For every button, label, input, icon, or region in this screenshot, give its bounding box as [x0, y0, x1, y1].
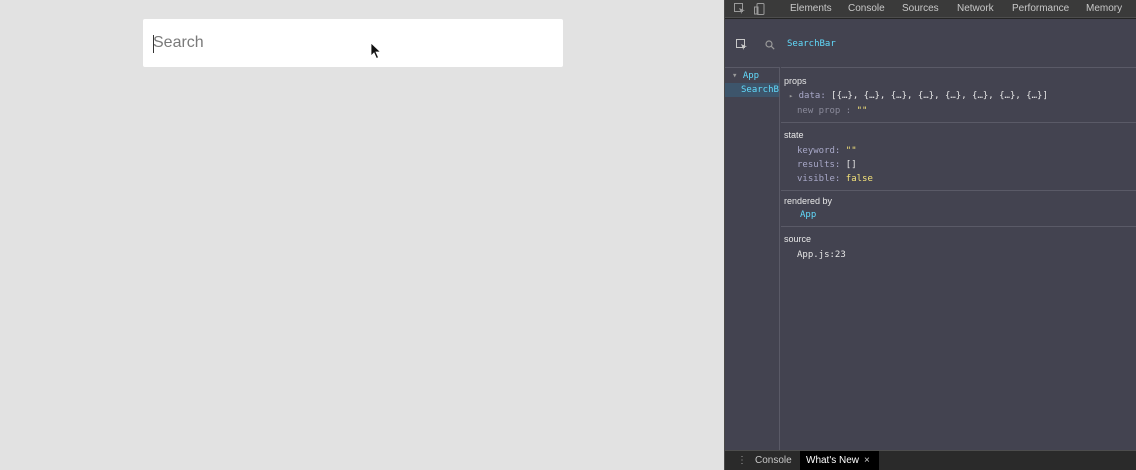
component-details: props ▸ data: [{…}, {…}, {…}, {…}, {…}, …: [781, 68, 1136, 450]
select-component-icon[interactable]: [736, 39, 748, 51]
divider: [781, 226, 1136, 227]
tree-toolbar: [725, 19, 780, 68]
state-key: keyword:: [797, 146, 841, 156]
tree-item-label: SearchB: [741, 85, 779, 95]
tree-item-label: App: [742, 71, 760, 81]
expand-arrow-icon: ▸: [789, 92, 794, 100]
search-box: [143, 19, 563, 67]
state-title: state: [784, 130, 804, 140]
tree-item-searchbar[interactable]: SearchB: [725, 83, 779, 97]
source-title: source: [784, 234, 812, 244]
rendered-by-link[interactable]: App: [800, 210, 816, 220]
tab-performance[interactable]: Performance: [1012, 3, 1069, 14]
device-toolbar-icon[interactable]: [754, 3, 766, 15]
state-row[interactable]: keyword: "": [797, 146, 857, 156]
drawer-tab-console[interactable]: Console: [749, 451, 798, 470]
text-caret: [153, 35, 154, 53]
app-viewport: [0, 0, 724, 470]
prop-data-row[interactable]: ▸ data: [{…}, {…}, {…}, {…}, {…}, {…}, {…: [789, 91, 1048, 101]
react-devtools-pane: SearchBar ▾ App SearchB props ▸ data: [{…: [725, 19, 1136, 450]
prop-value: [{…}, {…}, {…}, {…}, {…}, {…}, {…}, {…}]: [831, 91, 1048, 101]
search-input[interactable]: [151, 19, 551, 67]
new-prop-value: "": [856, 106, 868, 116]
state-value: []: [845, 160, 857, 170]
divider: [781, 122, 1136, 123]
selected-component-name: SearchBar: [787, 39, 836, 49]
state-value: "": [845, 146, 857, 156]
new-prop-label: new prop :: [797, 106, 852, 116]
devtools-panel: Elements Console Sources Network Perform…: [724, 0, 1136, 470]
tab-network[interactable]: Network: [957, 3, 994, 14]
selected-component-header: SearchBar: [781, 19, 1136, 68]
state-key: results:: [797, 160, 841, 170]
devtools-toolbar: Elements Console Sources Network Perform…: [725, 0, 1136, 18]
state-row[interactable]: results: []: [797, 160, 857, 170]
mouse-pointer-icon: [370, 42, 382, 60]
rendered-by-title: rendered by: [784, 196, 833, 206]
source-link[interactable]: App.js:23: [797, 250, 846, 260]
tab-memory[interactable]: Memory: [1086, 3, 1122, 14]
inspect-element-icon[interactable]: [734, 3, 746, 15]
devtools-drawer-bar: ⋮ Console What's New ×: [725, 450, 1136, 470]
tab-console[interactable]: Console: [848, 3, 885, 14]
divider: [781, 190, 1136, 191]
state-key: visible:: [797, 174, 841, 184]
tree-item-app[interactable]: ▾ App: [725, 70, 759, 82]
close-icon[interactable]: ×: [858, 451, 876, 470]
state-value: false: [845, 174, 873, 184]
new-prop-row[interactable]: new prop : "": [797, 106, 867, 116]
search-icon[interactable]: [765, 40, 775, 50]
component-tree: ▾ App SearchB: [725, 68, 780, 450]
drawer-tab-label: What's New: [806, 455, 860, 466]
state-row[interactable]: visible: false: [797, 174, 873, 184]
prop-key: data:: [798, 91, 826, 101]
tab-sources[interactable]: Sources: [902, 3, 939, 14]
props-title: props: [784, 76, 807, 86]
tab-elements[interactable]: Elements: [790, 3, 832, 14]
expand-arrow-icon: ▾: [732, 71, 738, 81]
